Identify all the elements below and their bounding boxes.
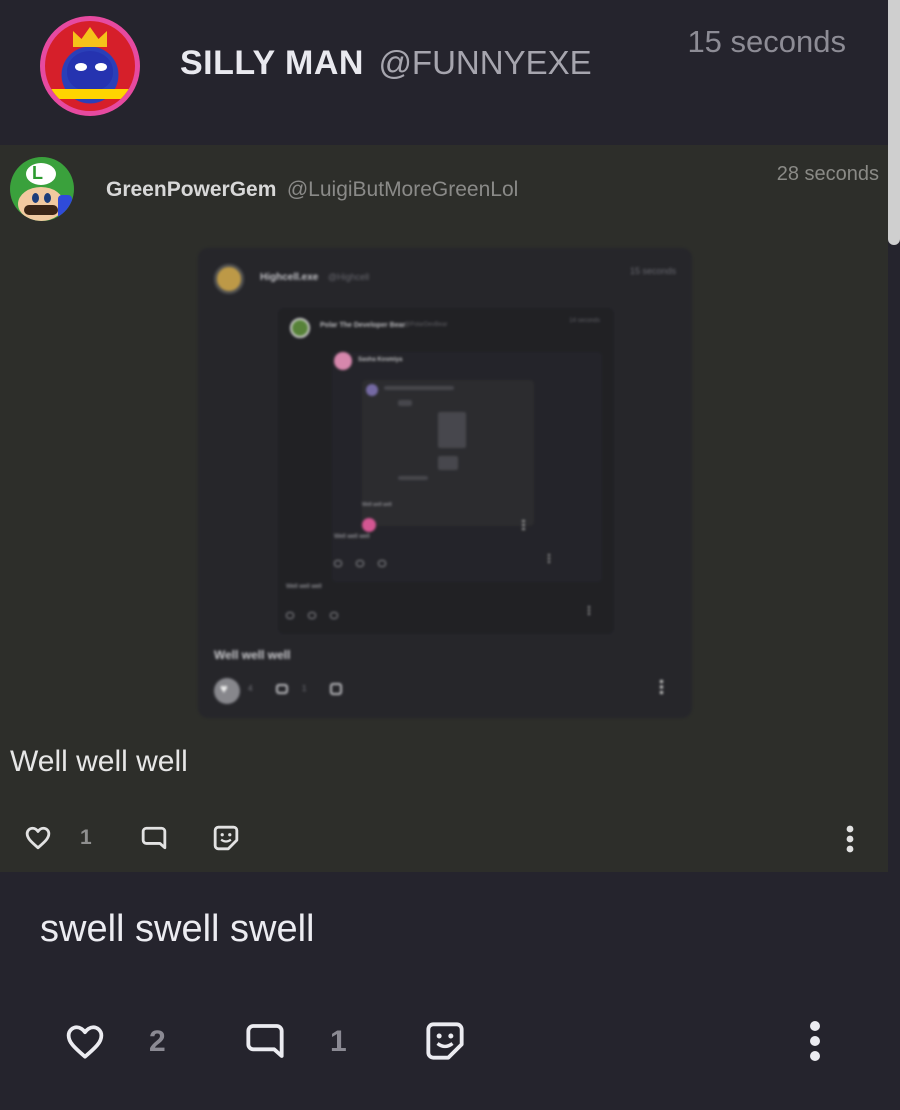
deepest-post-text: Well well well [362, 502, 392, 508]
nested-author-avatar [214, 264, 244, 294]
sticker-icon [330, 683, 342, 695]
avatar-eye-left [32, 193, 39, 203]
inner-author-handle: @PolarDevBear [404, 322, 448, 328]
cap-emblem-icon: L [26, 163, 56, 185]
nested-quoted-post: Polar The Developer Bear @PolarDevBear 1… [278, 308, 614, 634]
more-vertical-icon [548, 554, 550, 563]
inner-post-actions [286, 606, 352, 619]
embedded-screenshot[interactable]: Highcell.exe @Highcell 15 seconds Polar … [198, 248, 692, 718]
deeper-author-name: Sasha Kosmiya [358, 357, 403, 363]
sticker-button[interactable] [212, 824, 240, 852]
deeper-author-avatar [334, 352, 352, 370]
heart-icon [362, 518, 376, 532]
post-text: swell swell swell [40, 908, 315, 950]
avatar-eye-right [95, 63, 107, 71]
quoted-like-count: 1 [80, 826, 92, 849]
quoted-author-avatar[interactable]: L [10, 157, 74, 221]
post-header: SILLY MAN @FUNNYEXE 15 seconds [0, 0, 888, 145]
more-options-button[interactable] [836, 824, 864, 854]
quoted-post-text: Well well well [10, 745, 188, 778]
like-count: 2 [149, 1025, 166, 1058]
more-vertical-icon [810, 1021, 820, 1061]
heart-icon [25, 826, 51, 850]
author-name[interactable]: SILLY MAN [180, 44, 364, 82]
deepest-content-block [438, 456, 458, 470]
deepest-content-block [438, 412, 466, 448]
quoted-timestamp: 28 seconds [776, 163, 879, 185]
deeper-quoted-post: Sasha Kosmiya Well well well [332, 352, 602, 582]
comment-button[interactable] [244, 1019, 286, 1063]
deeper-post-text: Well well well [334, 534, 370, 540]
deepest-content-block [398, 400, 412, 406]
nested-like-count: 4 [248, 684, 253, 693]
deepest-content-block [398, 476, 428, 480]
quoted-post[interactable]: L GreenPowerGem @LuigiButMoreGreenLol 28… [0, 145, 888, 872]
nested-author-handle: @Highcell [328, 272, 370, 282]
nested-post-text: Well well well [214, 648, 291, 662]
sticker-icon [213, 825, 239, 851]
avatar-mustache [24, 205, 58, 215]
avatar-eye-left [75, 63, 87, 71]
quoted-author-handle[interactable]: @LuigiButMoreGreenLol [287, 178, 518, 201]
author-line: SILLY MAN @FUNNYEXE [180, 44, 592, 83]
quoted-author-name[interactable]: GreenPowerGem [106, 178, 276, 201]
nested-post-actions: 4 1 [214, 678, 674, 704]
avatar-eye-right [44, 193, 51, 203]
post-timestamp: 15 seconds [687, 24, 846, 59]
author-handle[interactable]: @FUNNYEXE [378, 44, 591, 81]
comment-count: 1 [330, 1025, 347, 1058]
more-options-button[interactable] [800, 1019, 830, 1063]
author-avatar[interactable] [40, 16, 140, 116]
inner-timestamp: 14 seconds [569, 318, 600, 324]
like-button[interactable] [24, 824, 52, 852]
avatar-face [67, 51, 113, 91]
avatar-banner [45, 89, 135, 99]
deepest-author-avatar [366, 384, 378, 396]
inner-post-text: Well well well [286, 584, 322, 590]
nested-comment-count: 1 [302, 684, 307, 693]
heart-icon [214, 678, 240, 704]
scrollbar-thumb[interactable] [888, 0, 900, 245]
more-vertical-icon [522, 520, 525, 530]
crown-icon [73, 27, 107, 47]
heart-icon [66, 1025, 104, 1059]
comment-icon [246, 1024, 284, 1058]
nested-timestamp: 15 seconds [629, 266, 676, 276]
more-vertical-icon [588, 606, 590, 615]
like-button[interactable] [64, 1021, 106, 1063]
comment-icon [276, 684, 288, 694]
post-actions: 2 1 [0, 1015, 888, 1075]
more-vertical-icon [660, 680, 663, 694]
inner-author-avatar [290, 318, 310, 338]
comment-icon [141, 826, 167, 850]
quoted-post-actions: 1 [0, 820, 888, 860]
more-vertical-icon [846, 825, 854, 853]
quoted-author-line: GreenPowerGem @LuigiButMoreGreenLol [106, 178, 518, 202]
avatar-badge [58, 195, 72, 219]
inner-author-name: Polar The Developer Bear [320, 322, 406, 329]
sticker-button[interactable] [424, 1019, 466, 1063]
sticker-icon [426, 1022, 464, 1060]
deepest-author-line [384, 386, 454, 390]
deeper-post-actions [334, 554, 400, 567]
nested-author-name: Highcell.exe [260, 272, 319, 283]
comment-button[interactable] [140, 824, 168, 852]
